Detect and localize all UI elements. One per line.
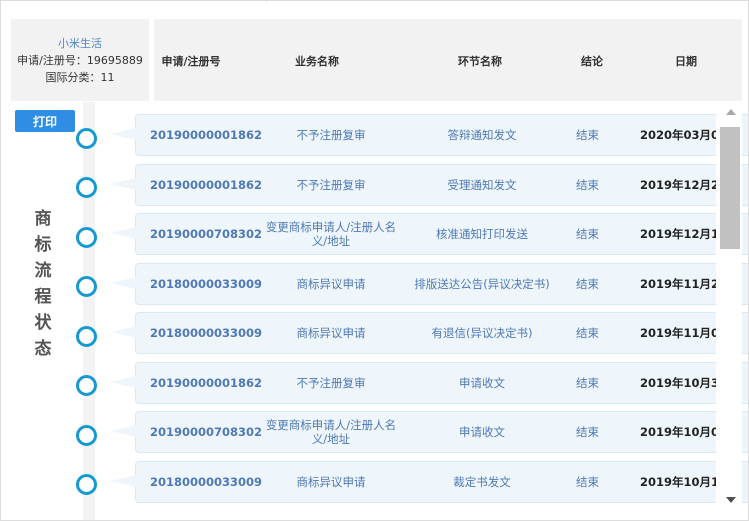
row-date: 2019年10月30 xyxy=(640,375,728,390)
row-pointer xyxy=(110,276,136,289)
row-step: 受理通知发文 xyxy=(447,177,517,192)
registration-number: 申请/注册号：19695889 xyxy=(17,53,143,67)
row-step: 申请收文 xyxy=(459,375,505,390)
row-step: 核准通知打印发送 xyxy=(436,227,528,241)
row-result: 结束 xyxy=(576,227,599,241)
timeline-dot-icon xyxy=(76,424,97,446)
row-business: 商标异议申请 xyxy=(296,326,366,340)
row-result: 结束 xyxy=(576,425,599,439)
row-business: 变更商标申请人/注册人名义/地址 xyxy=(265,418,397,446)
flow-row[interactable]: 20190000001862 不予注册复审 受理通知发文 结束 2019年12月27 xyxy=(110,163,748,206)
flow-row[interactable]: 20190000708302 变更商标申请人/注册人名义/地址 申请收文 结束 2019… xyxy=(110,411,748,453)
row-pointer xyxy=(110,177,136,190)
row-reg-number: 20180000033009 xyxy=(150,326,263,340)
row-pointer xyxy=(110,375,136,388)
row-date: 2019年10月10 xyxy=(640,474,728,489)
row-business: 变更商标申请人/注册人名义/地址 xyxy=(265,220,397,248)
row-business: 商标异议申请 xyxy=(296,474,366,489)
scroll-up-arrow-icon[interactable] xyxy=(726,109,736,115)
timeline-dot-icon xyxy=(76,375,97,396)
header-step: 环节名称 xyxy=(458,55,502,68)
row-result: 结束 xyxy=(576,474,599,489)
timeline-dot-icon xyxy=(76,127,97,149)
row-date: 2020年03月06 xyxy=(640,128,728,142)
row-result: 结束 xyxy=(576,177,599,192)
row-result: 结束 xyxy=(576,276,599,291)
table-header: 申请/注册号 业务名称 环节名称 结论 日期 xyxy=(154,19,742,101)
flow-row[interactable]: 20180000033009 商标异议申请 排版送达公告(异议决定书) 结束 2019年… xyxy=(110,262,748,305)
trademark-info-box: 小米生活 申请/注册号：19695889 国际分类：11 xyxy=(11,19,149,101)
timeline-dot-icon xyxy=(76,325,97,347)
row-step: 答辩通知发文 xyxy=(447,128,517,142)
row-business: 不予注册复审 xyxy=(296,375,366,390)
row-pointer xyxy=(110,128,136,140)
trademark-name: 小米生活 xyxy=(58,36,102,50)
vertical-scrollbar[interactable] xyxy=(720,105,742,515)
scroll-down-arrow-icon[interactable] xyxy=(726,497,736,503)
flow-list[interactable]: 20190000001862 不予注册复审 答辩通知发文 结束 2020年03月06 20… xyxy=(1,102,748,520)
row-business: 不予注册复审 xyxy=(296,128,366,142)
flow-row[interactable]: 20180000033009 商标异议申请 有退信(异议决定书) 结束 2019年11月… xyxy=(110,312,748,354)
header-reg-number: 申请/注册号 xyxy=(161,55,221,68)
header-business: 业务名称 xyxy=(295,55,339,68)
row-reg-number: 20180000033009 xyxy=(150,276,263,291)
flow-row[interactable]: 20180000033009 商标异议申请 裁定书发文 结束 2019年10月10 xyxy=(110,460,748,503)
row-reg-number: 20180000033009 xyxy=(150,474,263,489)
top-divider xyxy=(266,1,267,3)
row-step: 申请收文 xyxy=(459,425,505,439)
row-date: 2019年11月20 xyxy=(640,276,728,291)
row-reg-number: 20190000708302 xyxy=(150,425,263,439)
timeline-dot-icon xyxy=(76,474,97,495)
row-reg-number: 20190000001862 xyxy=(150,375,263,390)
row-result: 结束 xyxy=(576,375,599,390)
row-pointer xyxy=(110,425,136,437)
timeline-dot-icon xyxy=(76,226,97,248)
row-step: 有退信(异议决定书) xyxy=(431,326,533,340)
row-reg-number: 20190000001862 xyxy=(150,177,263,192)
row-date: 2019年11月05 xyxy=(640,326,728,340)
row-pointer xyxy=(110,474,136,487)
row-step: 裁定书发文 xyxy=(453,474,511,489)
flow-row[interactable]: 20190000708302 变更商标申请人/注册人名义/地址 核准通知打印发送 结束… xyxy=(110,213,748,255)
timeline-dot-icon xyxy=(76,177,97,198)
international-class: 国际分类：11 xyxy=(45,70,115,84)
row-pointer xyxy=(110,227,136,239)
timeline-dot-icon xyxy=(76,276,97,297)
row-reg-number: 20190000708302 xyxy=(150,227,263,241)
row-reg-number: 20190000001862 xyxy=(150,128,263,142)
row-business: 商标异议申请 xyxy=(296,276,366,291)
row-business: 不予注册复审 xyxy=(296,177,366,192)
row-date: 2019年10月09 xyxy=(640,425,728,439)
row-pointer xyxy=(110,326,136,338)
flow-row[interactable]: 20190000001862 不予注册复审 申请收文 结束 2019年10月30 xyxy=(110,361,748,404)
header-date: 日期 xyxy=(675,55,697,68)
row-result: 结束 xyxy=(576,326,599,340)
row-date: 2019年12月14 xyxy=(640,227,728,241)
row-result: 结束 xyxy=(576,128,599,142)
flow-row[interactable]: 20190000001862 不予注册复审 答辩通知发文 结束 2020年03月06 xyxy=(110,114,748,156)
header-result: 结论 xyxy=(581,55,603,68)
row-date: 2019年12月27 xyxy=(640,177,728,192)
scrollbar-thumb[interactable] xyxy=(720,127,740,249)
row-step: 排版送达公告(异议决定书) xyxy=(414,276,550,291)
trademark-flow-panel: 小米生活 申请/注册号：19695889 国际分类：11 申请/注册号 业务名称… xyxy=(0,0,749,521)
